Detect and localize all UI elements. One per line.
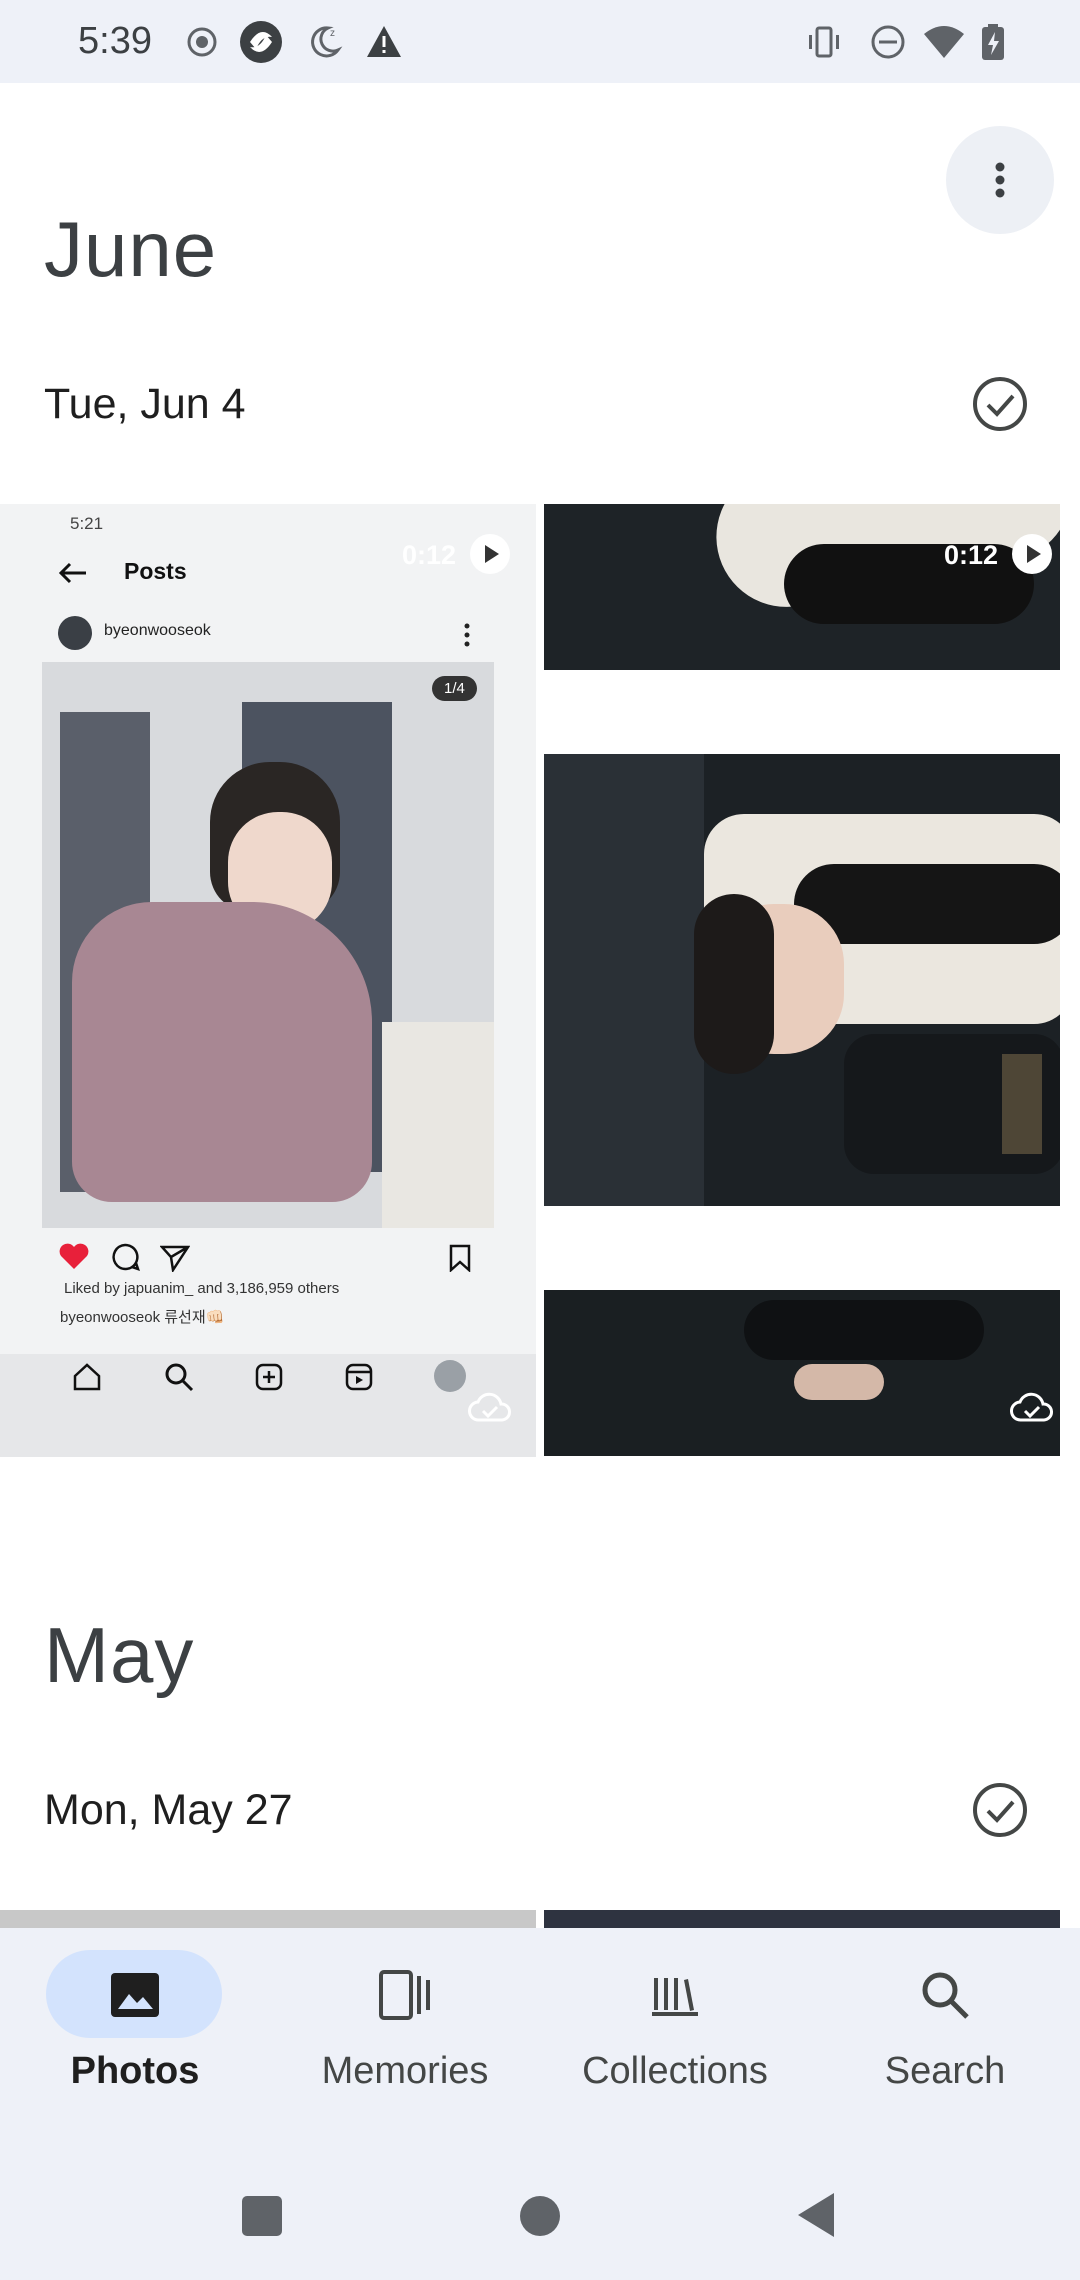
inner-status-time: 5:21 xyxy=(70,514,104,533)
more-vert-icon xyxy=(995,162,1005,198)
media-thumbnail-video-middle[interactable] xyxy=(544,754,1060,1206)
status-time: 5:39 xyxy=(78,20,152,62)
cloud-backed-up-icon xyxy=(468,1392,511,1422)
nav-label: Search xyxy=(884,2050,1006,2092)
system-navigation-bar xyxy=(0,2150,1080,2280)
nav-search[interactable]: Search xyxy=(810,1928,1080,2150)
more-options-button[interactable] xyxy=(946,126,1054,234)
next-column-edge xyxy=(1062,504,1080,1457)
month-heading-may: May xyxy=(44,1611,195,1699)
media-thumbnail-video-top[interactable]: 0:12 xyxy=(544,504,1060,670)
nav-memories[interactable]: Memories xyxy=(270,1928,540,2150)
inner-liked-by: Liked by japuanim_ and 3,186,959 others xyxy=(64,1280,340,1297)
share-icon xyxy=(160,1245,190,1272)
media-thumbnail[interactable] xyxy=(544,1910,1060,1930)
media-thumbnail[interactable] xyxy=(0,1910,536,1930)
post-photo: 1/4 xyxy=(42,662,494,1228)
collections-icon xyxy=(652,1978,698,2016)
record-icon xyxy=(187,27,217,57)
photos-app-screen: 5:39 z June Tue, Jun 4 5:21 Posts byeonw… xyxy=(0,0,1080,2280)
photo-icon xyxy=(111,1973,159,2017)
inner-username: byeonwooseok xyxy=(104,622,211,639)
inner-search-icon xyxy=(165,1363,194,1392)
avatar xyxy=(58,616,92,650)
media-thumbnail-video-bottom[interactable] xyxy=(544,1290,1060,1456)
wifi-icon xyxy=(924,26,964,58)
battery-charging-icon xyxy=(982,24,1004,60)
back-arrow-icon xyxy=(58,562,86,584)
select-day-checkmark-icon[interactable] xyxy=(970,1780,1030,1840)
date-heading: Tue, Jun 4 xyxy=(44,380,246,428)
video-duration: 0:12 xyxy=(944,540,999,570)
vibrate-icon xyxy=(809,26,839,58)
inner-caption: byeonwooseok 류선재👊🏻 xyxy=(60,1309,225,1326)
recents-icon[interactable] xyxy=(240,2194,284,2238)
app-icon xyxy=(240,21,282,63)
select-day-checkmark-icon[interactable] xyxy=(970,374,1030,434)
warning-icon xyxy=(367,26,401,57)
inner-carousel-counter: 1/4 xyxy=(432,676,477,701)
heart-icon xyxy=(59,1243,89,1269)
status-bar: 5:39 z xyxy=(0,0,1080,83)
play-icon xyxy=(1012,534,1052,574)
memories-icon xyxy=(379,1970,430,2020)
month-heading-june: June xyxy=(44,205,218,293)
nav-label: Memories xyxy=(321,2050,489,2092)
bottom-navigation: Photos Memories Collections Search xyxy=(0,1928,1080,2150)
inner-title: Posts xyxy=(124,558,187,584)
comment-icon xyxy=(112,1243,140,1271)
search-icon xyxy=(922,1972,969,2019)
inner-home-icon xyxy=(73,1363,101,1391)
bookmark-icon xyxy=(449,1244,471,1272)
inner-reels-icon xyxy=(345,1363,373,1391)
svg-text:z: z xyxy=(330,28,335,39)
post-more-icon xyxy=(464,623,470,647)
nav-label: Collections xyxy=(582,2050,768,2092)
inner-add-icon xyxy=(255,1363,283,1391)
inner-profile-avatar xyxy=(434,1360,466,1392)
cloud-backed-up-icon xyxy=(1010,1392,1053,1422)
video-duration: 0:12 xyxy=(402,540,457,570)
dnd-icon xyxy=(871,25,905,59)
play-icon xyxy=(470,534,510,574)
home-icon[interactable] xyxy=(518,2194,562,2238)
do-not-disturb-moon-icon: z xyxy=(311,26,343,58)
back-icon[interactable] xyxy=(794,2190,838,2240)
nav-photos[interactable]: Photos xyxy=(0,1928,270,2150)
date-heading: Mon, May 27 xyxy=(44,1786,293,1834)
nav-collections[interactable]: Collections xyxy=(540,1928,810,2150)
media-thumbnail[interactable]: 5:21 Posts byeonwooseok 1/4 Liked by jap… xyxy=(0,504,536,1457)
nav-label: Photos xyxy=(70,2050,200,2092)
